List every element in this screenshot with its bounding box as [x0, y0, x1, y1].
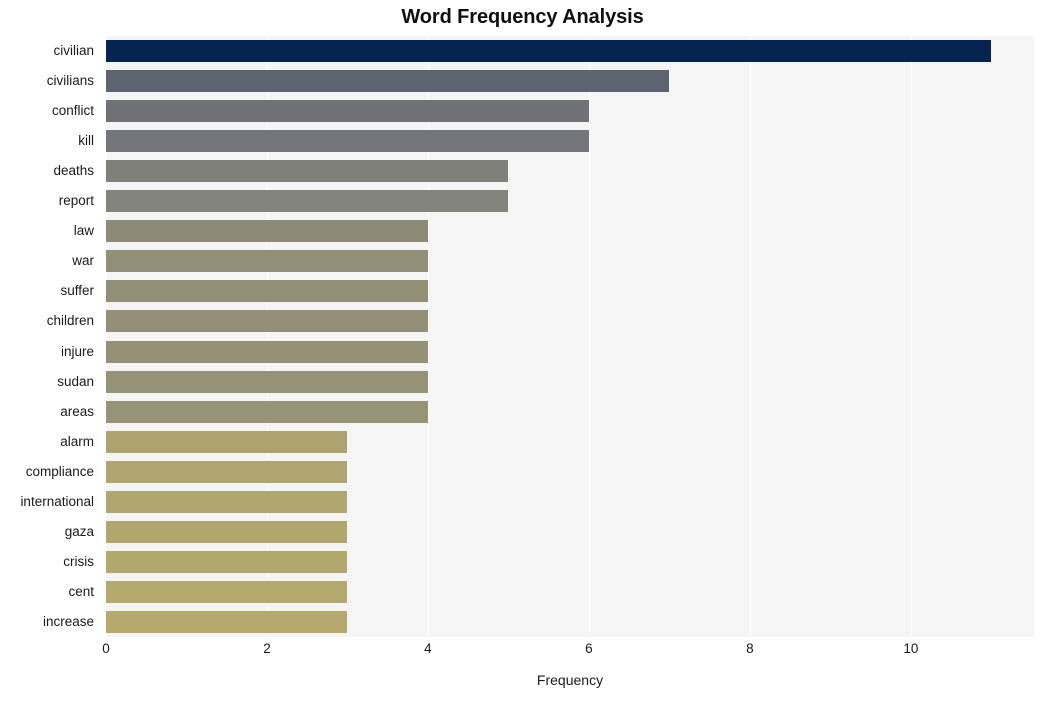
- plot-area: [106, 36, 1034, 637]
- bar: [106, 130, 589, 153]
- chart-figure: Word Frequency Analysis civilian civilian…: [0, 0, 1045, 701]
- chart-title: Word Frequency Analysis: [401, 6, 644, 28]
- y-tick-label: compliance: [25, 463, 94, 479]
- y-tick-label: war: [72, 253, 94, 269]
- y-tick-label: report: [58, 193, 94, 209]
- y-tick-label: law: [73, 223, 94, 239]
- x-tick-label: 8: [746, 641, 754, 656]
- y-tick-label: suffer: [60, 283, 94, 299]
- bar: [106, 490, 348, 513]
- y-tick-label: alarm: [60, 433, 94, 449]
- y-tick-label: civilian: [53, 43, 94, 59]
- bar: [106, 580, 348, 603]
- bar: [106, 370, 428, 393]
- bar: [106, 70, 670, 93]
- x-tick-label: 0: [102, 641, 110, 656]
- y-tick-label: kill: [78, 133, 94, 149]
- y-tick-label: increase: [42, 613, 94, 629]
- bar: [106, 100, 589, 123]
- y-tick-label: conflict: [51, 103, 94, 119]
- y-tick-label: deaths: [53, 163, 94, 179]
- y-tick-label: areas: [60, 403, 94, 419]
- bar: [106, 40, 992, 63]
- y-tick-label: crisis: [63, 553, 94, 569]
- x-axis-ticks: 0 2 4 6 8 10: [102, 641, 1034, 663]
- bar: [106, 400, 428, 423]
- bar: [106, 220, 428, 243]
- bar: [106, 460, 348, 483]
- y-tick-label: gaza: [64, 523, 94, 539]
- x-axis-label: Frequency: [536, 672, 604, 688]
- x-tick-label: 4: [424, 641, 432, 656]
- bar: [106, 250, 428, 273]
- y-tick-label: international: [20, 493, 94, 509]
- bar: [106, 340, 428, 363]
- x-tick-label: 2: [263, 641, 271, 656]
- y-tick-label: injure: [60, 343, 94, 359]
- y-tick-label: cent: [68, 583, 94, 599]
- bar: [106, 190, 509, 213]
- y-axis-labels: civilian civilians conflict kill deaths repor…: [0, 36, 100, 637]
- bar: [106, 160, 509, 183]
- x-tick-label: 6: [585, 641, 593, 656]
- y-tick-label: sudan: [57, 373, 94, 389]
- x-tick-label: 10: [903, 641, 919, 656]
- bars-layer: [106, 36, 1034, 637]
- bar: [106, 520, 348, 543]
- bar: [106, 550, 348, 573]
- bar: [106, 310, 428, 333]
- bar: [106, 280, 428, 303]
- bar: [106, 430, 348, 453]
- bar: [106, 610, 348, 633]
- y-tick-label: children: [46, 313, 94, 329]
- y-tick-label: civilians: [46, 73, 94, 89]
